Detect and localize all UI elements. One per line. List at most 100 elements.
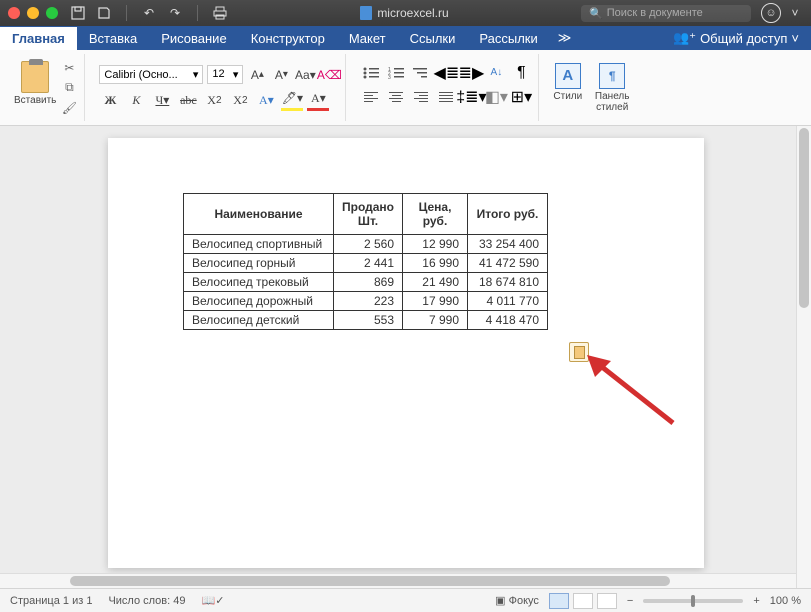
shading-button[interactable]: ◧▾ <box>485 88 507 106</box>
search-placeholder: Поиск в документе <box>607 7 703 19</box>
table-row[interactable]: Велосипед спортивный2 56012 99033 254 40… <box>184 235 548 254</box>
numbering-button[interactable]: 123 <box>385 64 407 82</box>
minimize-window-button[interactable] <box>27 7 39 19</box>
document-title-text: microexcel.ru <box>377 6 448 20</box>
cut-button[interactable]: ✂ <box>60 61 78 75</box>
page-indicator[interactable]: Страница 1 из 1 <box>10 595 92 607</box>
word-count[interactable]: Число слов: 49 <box>108 595 185 607</box>
strikethrough-button[interactable]: abc <box>177 91 199 111</box>
show-marks-button[interactable]: ¶ <box>510 64 532 82</box>
paste-button[interactable]: Вставить <box>14 61 56 106</box>
bold-button[interactable]: Ж <box>99 91 121 111</box>
vertical-scrollbar[interactable] <box>796 126 811 588</box>
subscript-button[interactable]: X2 <box>203 91 225 111</box>
table-row[interactable]: Велосипед дорожный22317 9904 011 770 <box>184 292 548 311</box>
tab-design[interactable]: Конструктор <box>239 27 337 50</box>
text-effects-button[interactable]: A▾ <box>255 91 277 111</box>
italic-button[interactable]: К <box>125 91 147 111</box>
styles-label: Стили <box>553 91 582 102</box>
horizontal-scrollbar[interactable] <box>0 573 796 588</box>
spellcheck-icon[interactable]: 📖✓ <box>202 594 225 607</box>
col-sold[interactable]: Продано Шт. <box>334 194 403 235</box>
view-buttons <box>549 593 617 609</box>
scroll-thumb[interactable] <box>70 576 670 586</box>
chevron-down-icon: ▾ <box>233 68 239 81</box>
tab-home[interactable]: Главная <box>0 27 77 50</box>
redo-icon[interactable]: ↷ <box>167 5 183 21</box>
scroll-thumb[interactable] <box>799 128 809 308</box>
statusbar: Страница 1 из 1 Число слов: 49 📖✓ ▣ Фоку… <box>0 588 811 612</box>
col-price[interactable]: Цена, руб. <box>403 194 468 235</box>
table-header-row: Наименование Продано Шт. Цена, руб. Итог… <box>184 194 548 235</box>
ribbon-toolbar: Вставить ✂ ⧉ 🖌 Calibri (Осно...▾ 12▾ A▴ … <box>0 50 811 126</box>
page[interactable]: Наименование Продано Шт. Цена, руб. Итог… <box>108 138 704 568</box>
col-total[interactable]: Итого руб. <box>468 194 548 235</box>
tab-links[interactable]: Ссылки <box>398 27 468 50</box>
zoom-slider[interactable] <box>643 599 743 603</box>
multilevel-list-button[interactable] <box>410 64 432 82</box>
shrink-font-button[interactable]: A▾ <box>271 65 291 85</box>
word-doc-icon <box>360 6 372 20</box>
autosave-icon[interactable] <box>70 5 86 21</box>
col-name[interactable]: Наименование <box>184 194 334 235</box>
outline-view[interactable] <box>597 593 617 609</box>
maximize-window-button[interactable] <box>46 7 58 19</box>
increase-indent-button[interactable]: ≣▶ <box>460 64 482 82</box>
superscript-button[interactable]: X2 <box>229 91 251 111</box>
highlight-button[interactable]: 🖊▾ <box>281 91 303 111</box>
ribbon-toggle-icon[interactable]: ˅ <box>787 5 803 21</box>
search-input[interactable]: 🔍 Поиск в документе <box>581 5 751 22</box>
undo-icon[interactable]: ↶ <box>141 5 157 21</box>
paste-label: Вставить <box>14 95 56 106</box>
print-icon[interactable] <box>212 5 228 21</box>
tab-more[interactable]: ≫ <box>550 26 580 50</box>
svg-text:3: 3 <box>388 75 391 79</box>
zoom-out-button[interactable]: − <box>627 595 633 607</box>
clipboard-icon <box>21 61 49 93</box>
tab-draw[interactable]: Рисование <box>149 27 238 50</box>
bullets-button[interactable] <box>360 64 382 82</box>
tab-insert[interactable]: Вставка <box>77 27 149 50</box>
data-table[interactable]: Наименование Продано Шт. Цена, руб. Итог… <box>183 193 548 330</box>
grow-font-button[interactable]: A▴ <box>247 65 267 85</box>
zoom-thumb[interactable] <box>691 595 695 607</box>
document-title: microexcel.ru <box>228 6 581 20</box>
save-icon[interactable] <box>96 5 112 21</box>
borders-button[interactable]: ⊞▾ <box>510 88 532 106</box>
paste-options-button[interactable] <box>569 342 589 362</box>
share-icon: 👥⁺ <box>673 30 696 46</box>
print-layout-view[interactable] <box>549 593 569 609</box>
table-row[interactable]: Велосипед трековый86921 49018 674 810 <box>184 273 548 292</box>
share-button[interactable]: 👥⁺ Общий доступ ˅ <box>661 26 811 50</box>
tab-layout[interactable]: Макет <box>337 27 398 50</box>
close-window-button[interactable] <box>8 7 20 19</box>
align-center-button[interactable] <box>385 88 407 106</box>
zoom-level[interactable]: 100 % <box>770 595 801 607</box>
document-area: Наименование Продано Шт. Цена, руб. Итог… <box>0 126 811 588</box>
sort-button[interactable]: A↓ <box>485 64 507 82</box>
share-label: Общий доступ <box>700 31 787 46</box>
justify-button[interactable] <box>435 88 457 106</box>
underline-button[interactable]: Ч▾ <box>151 91 173 111</box>
table-row[interactable]: Велосипед детский5537 9904 418 470 <box>184 311 548 330</box>
styles-button[interactable]: A Стили <box>553 63 582 113</box>
format-painter-button[interactable]: 🖌 <box>60 101 78 115</box>
align-right-button[interactable] <box>410 88 432 106</box>
font-color-button[interactable]: A▾ <box>307 91 329 111</box>
user-avatar[interactable]: ☺ <box>761 3 781 23</box>
quick-access-toolbar: ↶ ↷ <box>70 5 228 21</box>
change-case-button[interactable]: Aa▾ <box>295 65 315 85</box>
tab-mail[interactable]: Рассылки <box>467 27 549 50</box>
table-row[interactable]: Велосипед горный2 44116 99041 472 590 <box>184 254 548 273</box>
line-spacing-button[interactable]: ‡≣▾ <box>460 88 482 106</box>
decrease-indent-button[interactable]: ◀≣ <box>435 64 457 82</box>
clear-formatting-button[interactable]: A⌫ <box>319 65 339 85</box>
web-layout-view[interactable] <box>573 593 593 609</box>
font-size-select[interactable]: 12▾ <box>207 65 243 84</box>
align-left-button[interactable] <box>360 88 382 106</box>
focus-mode-button[interactable]: ▣ Фокус <box>495 594 539 607</box>
copy-button[interactable]: ⧉ <box>60 81 78 95</box>
zoom-in-button[interactable]: + <box>753 595 759 607</box>
font-name-select[interactable]: Calibri (Осно...▾ <box>99 65 203 84</box>
styles-panel-button[interactable]: ¶ Панель стилей <box>590 63 634 113</box>
